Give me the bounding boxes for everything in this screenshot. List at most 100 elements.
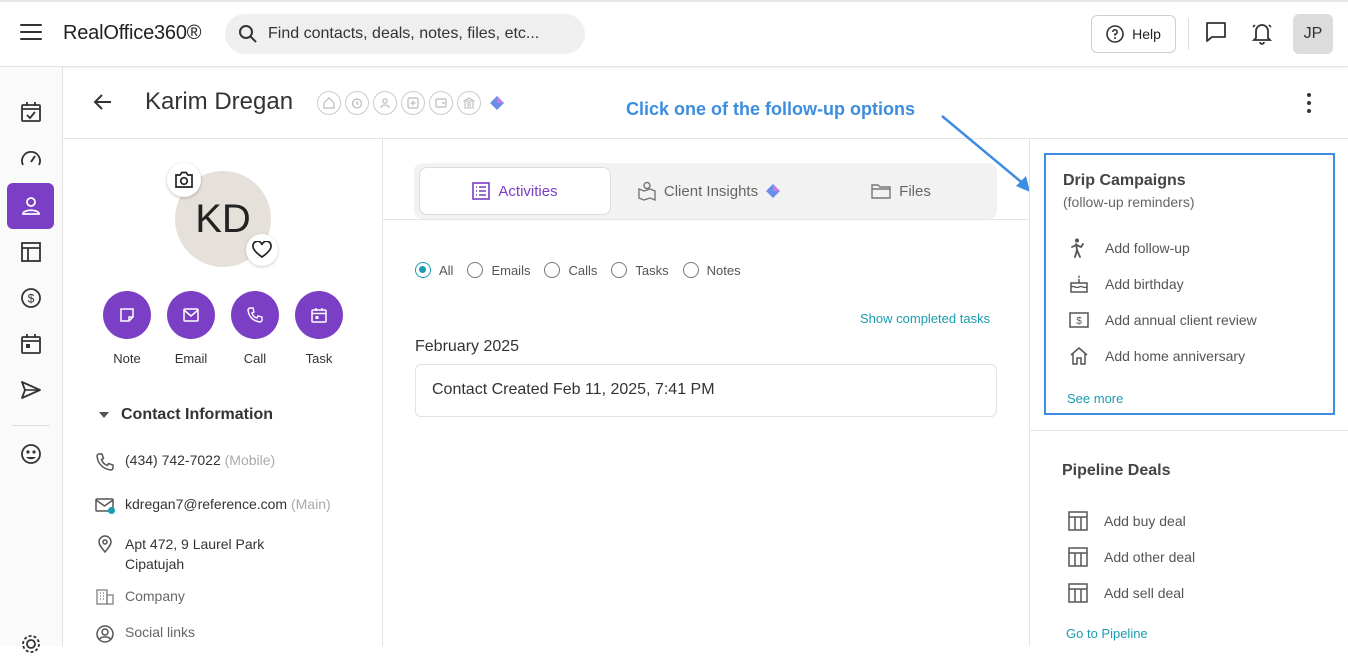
dollar-icon: $ xyxy=(20,288,41,308)
help-label: Help xyxy=(1132,26,1161,42)
calendar-icon xyxy=(20,334,41,354)
tab-bar: Activities Client Insights Files xyxy=(414,163,997,219)
svg-text:$: $ xyxy=(1076,316,1082,327)
add-annual-client-review-option[interactable]: $ Add annual client review xyxy=(1069,310,1257,330)
settings-icon xyxy=(21,635,40,653)
group-badge-icon[interactable] xyxy=(373,91,397,115)
filter-calls-label: Calls xyxy=(568,262,598,278)
building-icon xyxy=(96,589,114,605)
activity-panel: Activities Client Insights Files All Ema… xyxy=(383,139,1030,646)
address-line-2: Cipatujah xyxy=(125,556,185,572)
add-annual-client-review-label: Add annual client review xyxy=(1105,312,1257,328)
go-to-pipeline-link[interactable]: Go to Pipeline xyxy=(1066,626,1148,641)
add-follow-up-option[interactable]: Add follow-up xyxy=(1069,238,1190,258)
tab-files[interactable]: Files xyxy=(809,167,993,215)
email-row[interactable]: kdregan7@reference.com (Main) xyxy=(95,496,331,516)
filter-emails[interactable]: Emails xyxy=(467,262,530,278)
filter-tasks[interactable]: Tasks xyxy=(611,262,669,278)
address-row[interactable]: Apt 472, 9 Laurel Park Cipatujah xyxy=(95,534,264,574)
layout-icon xyxy=(1068,583,1088,603)
camera-icon[interactable] xyxy=(167,163,201,197)
filter-emails-label: Emails xyxy=(491,262,531,278)
walking-person-icon xyxy=(1071,238,1084,258)
contact-info-toggle[interactable]: Contact Information xyxy=(99,406,273,424)
tab-client-insights[interactable]: Client Insights xyxy=(619,167,799,215)
month-heading: February 2025 xyxy=(415,338,520,355)
add-buy-deal-option[interactable]: Add buy deal xyxy=(1068,511,1186,531)
filter-notes[interactable]: Notes xyxy=(682,262,741,278)
status-badges xyxy=(317,91,509,115)
nav-support[interactable] xyxy=(7,431,54,477)
smiley-icon xyxy=(20,444,41,464)
layout-icon xyxy=(1068,547,1088,567)
task-action[interactable]: Task xyxy=(287,291,351,366)
map-book-icon xyxy=(638,181,656,201)
chat-icon[interactable] xyxy=(1205,21,1227,43)
nav-calendar-check[interactable] xyxy=(7,89,54,135)
see-more-link[interactable]: See more xyxy=(1067,391,1123,406)
contact-header: Karim Dregan Click one of the follow-up … xyxy=(63,67,1348,139)
task-action-button[interactable] xyxy=(295,291,343,339)
filter-notes-label: Notes xyxy=(706,262,741,278)
ai-sparkle-icon[interactable] xyxy=(485,91,509,115)
bank-badge-icon[interactable] xyxy=(457,91,481,115)
add-home-anniversary-label: Add home anniversary xyxy=(1105,348,1246,364)
contact-profile-panel: KD Note Email Call Task Contact Informat… xyxy=(63,139,383,646)
add-other-deal-option[interactable]: Add other deal xyxy=(1068,547,1195,567)
favorite-heart-icon[interactable] xyxy=(246,234,278,266)
search-input[interactable] xyxy=(268,14,578,54)
social-links-row[interactable]: Social links xyxy=(95,624,195,644)
list-icon xyxy=(472,182,491,200)
nav-divider xyxy=(12,425,50,426)
add-sell-deal-option[interactable]: Add sell deal xyxy=(1068,583,1184,603)
company-row[interactable]: Company xyxy=(95,588,185,606)
call-action[interactable]: Call xyxy=(223,291,287,366)
ai-sparkle-icon xyxy=(766,184,781,198)
email-action[interactable]: Email xyxy=(159,291,223,366)
bell-icon[interactable] xyxy=(1251,21,1273,45)
filter-calls[interactable]: Calls xyxy=(544,262,597,278)
folder-icon xyxy=(871,184,891,199)
wallet-badge-icon[interactable] xyxy=(429,91,453,115)
note-action[interactable]: Note xyxy=(95,291,159,366)
nav-dashboard[interactable] xyxy=(7,136,54,182)
brand-logo[interactable]: RealOffice360® xyxy=(63,22,202,45)
tab-activities[interactable]: Activities xyxy=(419,167,611,215)
email-address[interactable]: kdregan7@reference.com xyxy=(125,496,287,512)
email-verified-icon xyxy=(95,496,115,516)
user-avatar[interactable]: JP xyxy=(1293,14,1333,54)
cake-icon xyxy=(1070,275,1088,293)
search-icon xyxy=(239,25,257,43)
call-action-button[interactable] xyxy=(231,291,279,339)
search-bar[interactable] xyxy=(225,14,585,54)
add-home-anniversary-option[interactable]: Add home anniversary xyxy=(1069,346,1245,366)
nav-pipeline[interactable] xyxy=(7,229,54,275)
phone-row[interactable]: (434) 742-7022 (Mobile) xyxy=(95,452,275,472)
more-options-icon[interactable] xyxy=(1301,93,1317,113)
contacts-icon xyxy=(21,197,40,215)
show-completed-tasks-link[interactable]: Show completed tasks xyxy=(860,311,990,326)
nav-finance[interactable]: $ xyxy=(7,275,54,321)
email-action-button[interactable] xyxy=(167,291,215,339)
nav-send[interactable] xyxy=(7,367,54,413)
menu-icon[interactable] xyxy=(20,24,42,42)
alarm-badge-icon[interactable] xyxy=(345,91,369,115)
location-pin-icon xyxy=(98,535,112,554)
activity-item[interactable]: Contact Created Feb 11, 2025, 7:41 PM xyxy=(415,364,997,417)
back-arrow-icon[interactable] xyxy=(93,92,113,112)
task-calendar-icon xyxy=(311,308,327,323)
add-badge-icon[interactable] xyxy=(401,91,425,115)
filter-all[interactable]: All xyxy=(415,262,453,278)
phone-number[interactable]: (434) 742-7022 xyxy=(125,452,221,468)
nav-contacts[interactable] xyxy=(7,183,54,229)
help-button[interactable]: Help xyxy=(1091,15,1176,53)
note-action-button[interactable] xyxy=(103,291,151,339)
activity-text: Contact Created Feb 11, 2025, 7:41 PM xyxy=(432,381,715,398)
nav-settings[interactable] xyxy=(7,621,54,667)
speedometer-icon xyxy=(20,151,41,166)
send-icon xyxy=(20,381,41,399)
phone-icon xyxy=(96,453,114,471)
nav-calendar[interactable] xyxy=(7,321,54,367)
home-badge-icon[interactable] xyxy=(317,91,341,115)
add-birthday-option[interactable]: Add birthday xyxy=(1069,274,1184,294)
